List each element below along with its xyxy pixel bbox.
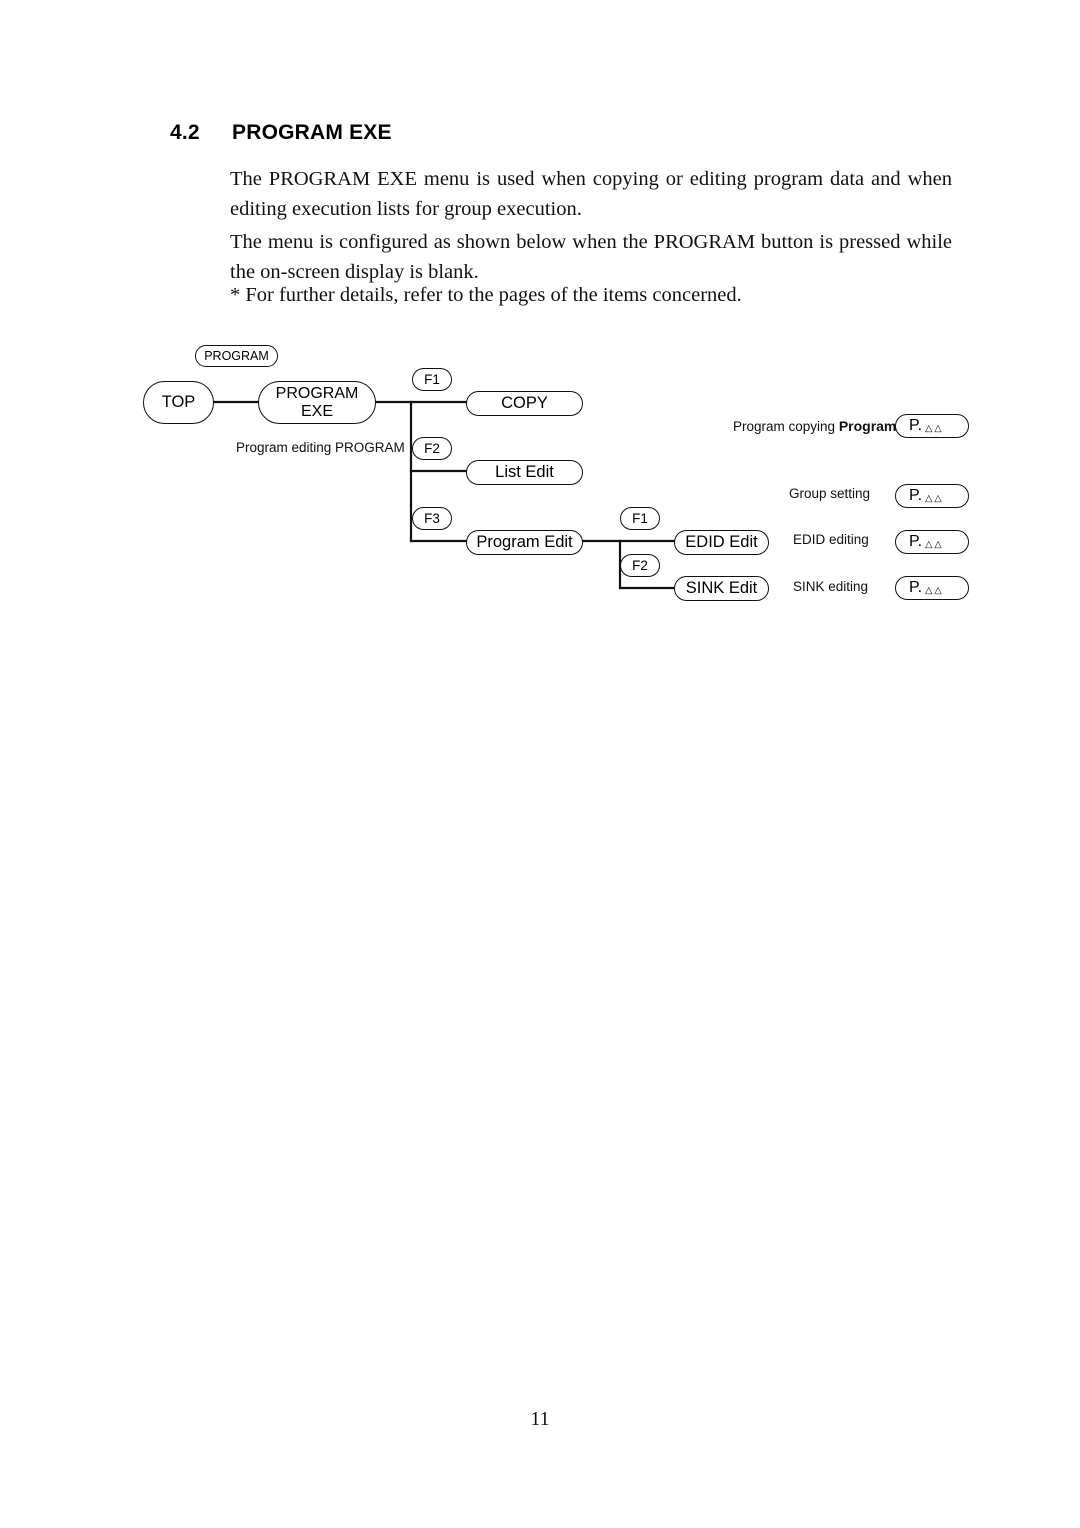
page-ref-sink-edit-label: P. [909,579,923,597]
intro-paragraph-2: The menu is configured as shown below wh… [230,231,952,283]
caption-edid-editing: EDID editing [793,532,869,547]
page-title: PROGRAM EXE [232,121,392,144]
key-f1-copy[interactable]: F1 [412,368,452,391]
node-program-exe[interactable]: PROGRAM EXE [258,381,376,424]
caption-edid-editing-text: EDID editing [793,532,869,547]
node-list-edit-label: List Edit [495,463,554,482]
node-program-edit[interactable]: Program Edit [466,530,583,555]
node-copy[interactable]: COPY [466,391,583,416]
node-edid-edit-label: EDID Edit [685,533,758,552]
page-ref-sink-edit[interactable]: P. △△ [895,576,969,600]
caption-group-setting-text: Group setting [789,486,871,501]
page-ref-copy-label: P. [909,417,923,435]
page-ref-list-edit[interactable]: P. △△ [895,484,969,508]
node-list-edit[interactable]: List Edit [466,460,583,485]
node-program-button-label: PROGRAM [204,349,269,363]
section-heading: 4.2 PROGRAM EXE [170,121,392,145]
key-f1-edid-edit[interactable]: F1 [620,507,660,530]
page-ref-list-edit-label: P. [909,487,923,505]
page-ref-copy-marks: △△ [925,422,944,434]
caption-program-copying-emphasis: Program [838,418,897,434]
caption-program-copying-text: Program copying [733,419,839,434]
node-edid-edit[interactable]: EDID Edit [674,530,769,555]
key-f2-list-edit[interactable]: F2 [412,437,452,460]
node-sink-edit-label: SINK Edit [685,579,758,598]
node-program-exe-label: PROGRAM EXE [275,384,359,420]
page-ref-edid-edit-label: P. [909,533,923,551]
node-program-edit-label: Program Edit [476,533,573,552]
caption-program-editing: Program editing PROGRAM [236,440,405,455]
key-f2-sink-edit-label: F2 [632,557,648,573]
key-f3-program-edit[interactable]: F3 [412,507,452,530]
node-program-button[interactable]: PROGRAM [195,345,278,367]
key-f2-sink-edit[interactable]: F2 [620,554,660,577]
key-f3-program-edit-label: F3 [424,510,440,526]
caption-group-setting: Group setting [789,486,870,501]
caption-program-editing-text: Program editing PROGRAM [236,440,405,455]
key-f1-edid-edit-label: F1 [632,510,648,526]
intro-paragraph-1: The PROGRAM EXE menu is used when copyin… [230,168,952,220]
page-number: 11 [530,1408,550,1430]
node-top-label: TOP [161,393,196,412]
caption-sink-editing-text: SINK editing [793,579,869,594]
caption-program-copying: Program copying Program [733,418,896,434]
key-f1-copy-label: F1 [424,371,440,387]
key-f2-list-edit-label: F2 [424,440,440,456]
page-ref-edid-edit-marks: △△ [925,538,944,550]
caption-sink-editing: SINK editing [793,579,868,594]
node-top[interactable]: TOP [143,381,214,424]
page-ref-edid-edit[interactable]: P. △△ [895,530,969,554]
node-copy-label: COPY [501,394,548,413]
page-ref-copy[interactable]: P. △△ [895,414,969,438]
node-sink-edit[interactable]: SINK Edit [674,576,769,601]
page-ref-sink-edit-marks: △△ [925,584,944,596]
page-ref-list-edit-marks: △△ [925,492,944,504]
footnote-paragraph: * For further details, refer to the page… [230,284,742,306]
section-number: 4.2 [170,121,200,144]
